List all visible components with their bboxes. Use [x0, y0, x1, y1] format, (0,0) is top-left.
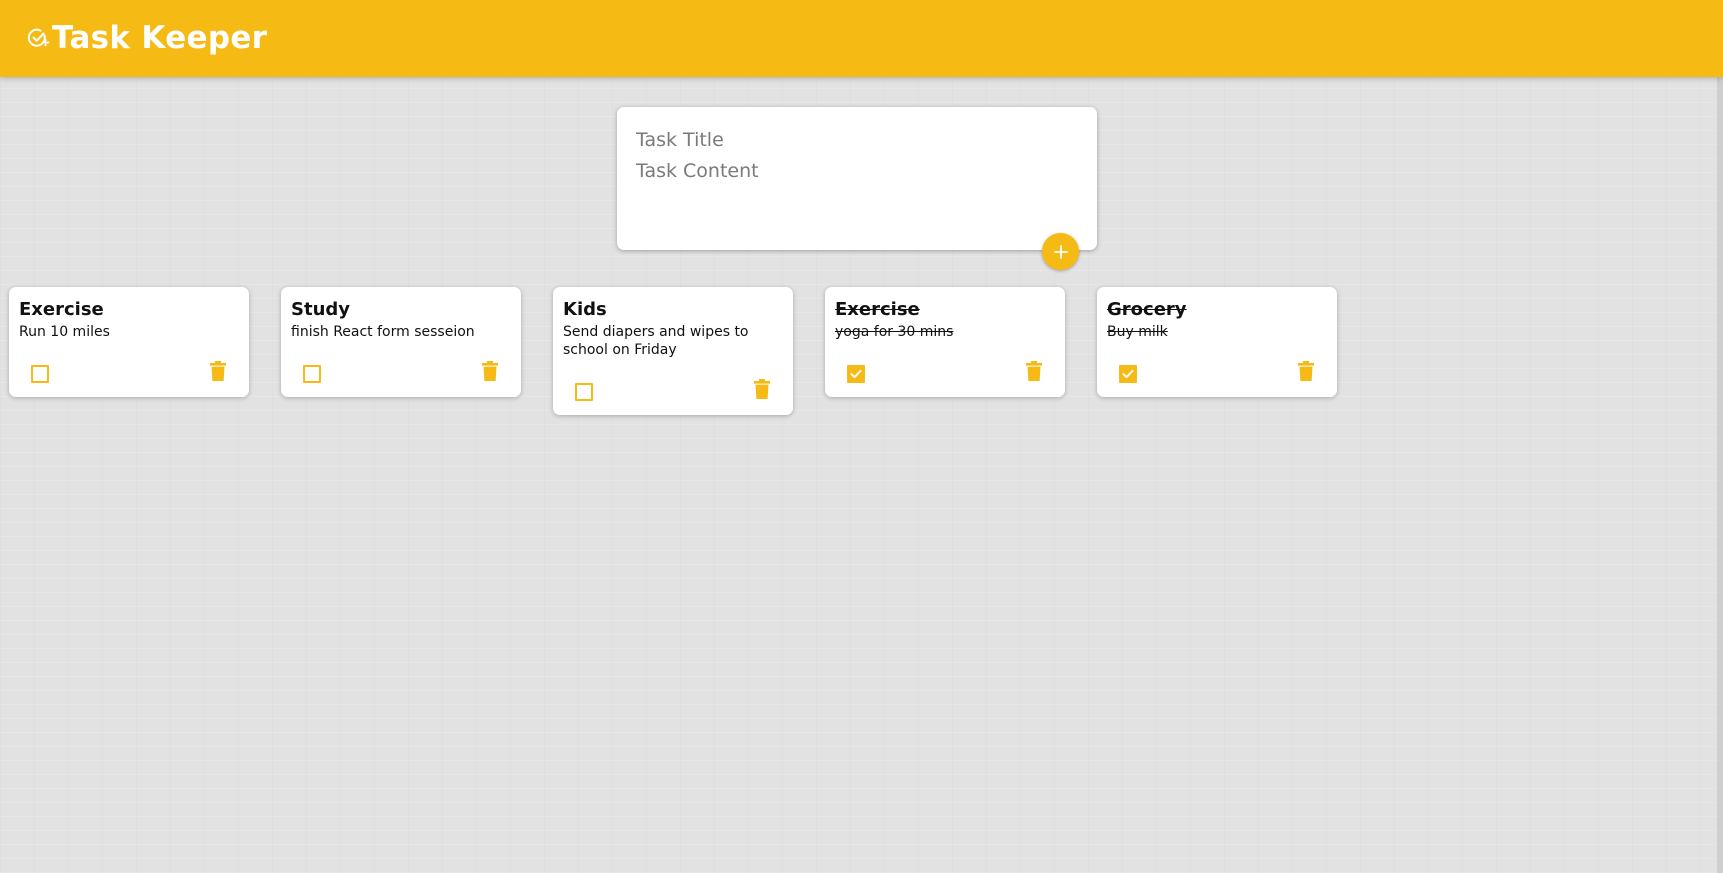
trash-icon — [482, 361, 498, 381]
create-task-form — [617, 107, 1097, 250]
task-content: yoga for 30 mins — [835, 324, 954, 340]
trash-icon — [1298, 361, 1314, 381]
plus-icon — [1053, 244, 1068, 259]
task-content-input[interactable] — [636, 157, 1078, 217]
app-title: Task Keeper — [52, 20, 268, 56]
delete-task-button[interactable] — [207, 359, 229, 383]
task-card: Exercise Run 10 miles — [9, 287, 249, 397]
task-title: Grocery — [1107, 299, 1187, 320]
trash-icon — [1026, 361, 1042, 381]
task-content: Buy milk — [1107, 324, 1168, 340]
task-actions — [19, 341, 239, 397]
delete-task-button[interactable] — [479, 359, 501, 383]
delete-task-button[interactable] — [1295, 359, 1317, 383]
task-actions — [835, 341, 1055, 397]
scrollbar-gutter — [1717, 0, 1723, 873]
task-card: Grocery Buy milk — [1097, 287, 1337, 397]
task-actions — [291, 341, 511, 397]
delete-task-button[interactable] — [1023, 359, 1045, 383]
task-title: Kids — [563, 299, 607, 320]
task-checkbox[interactable] — [575, 383, 593, 401]
task-title: Study — [291, 299, 351, 320]
checkmark-icon — [1122, 369, 1134, 379]
task-card: Exercise yoga for 30 mins — [825, 287, 1065, 397]
task-title: Exercise — [19, 299, 104, 320]
task-card: Kids Send diapers and wipes to school on… — [553, 287, 793, 415]
task-content: finish React form sesseion — [291, 324, 475, 340]
add-task-button[interactable] — [1042, 233, 1079, 270]
brand: Task Keeper — [26, 18, 267, 58]
task-checkbox[interactable] — [31, 365, 49, 383]
task-actions — [1107, 341, 1327, 397]
task-checkbox[interactable] — [847, 365, 865, 383]
task-content: Run 10 miles — [19, 324, 110, 340]
task-title: Exercise — [835, 299, 920, 320]
task-actions — [563, 359, 783, 415]
checkmark-icon — [850, 369, 862, 379]
trash-icon — [210, 361, 226, 381]
app-header: Task Keeper — [0, 0, 1723, 77]
task-checkbox[interactable] — [303, 365, 321, 383]
task-checkbox[interactable] — [1119, 365, 1137, 383]
task-card: Study finish React form sesseion — [281, 287, 521, 397]
delete-task-button[interactable] — [751, 377, 773, 401]
task-title-input[interactable] — [636, 125, 1078, 155]
trash-icon — [754, 379, 770, 399]
task-content: Send diapers and wipes to school on Frid… — [563, 324, 749, 358]
check-circle-plus-icon — [27, 28, 50, 47]
